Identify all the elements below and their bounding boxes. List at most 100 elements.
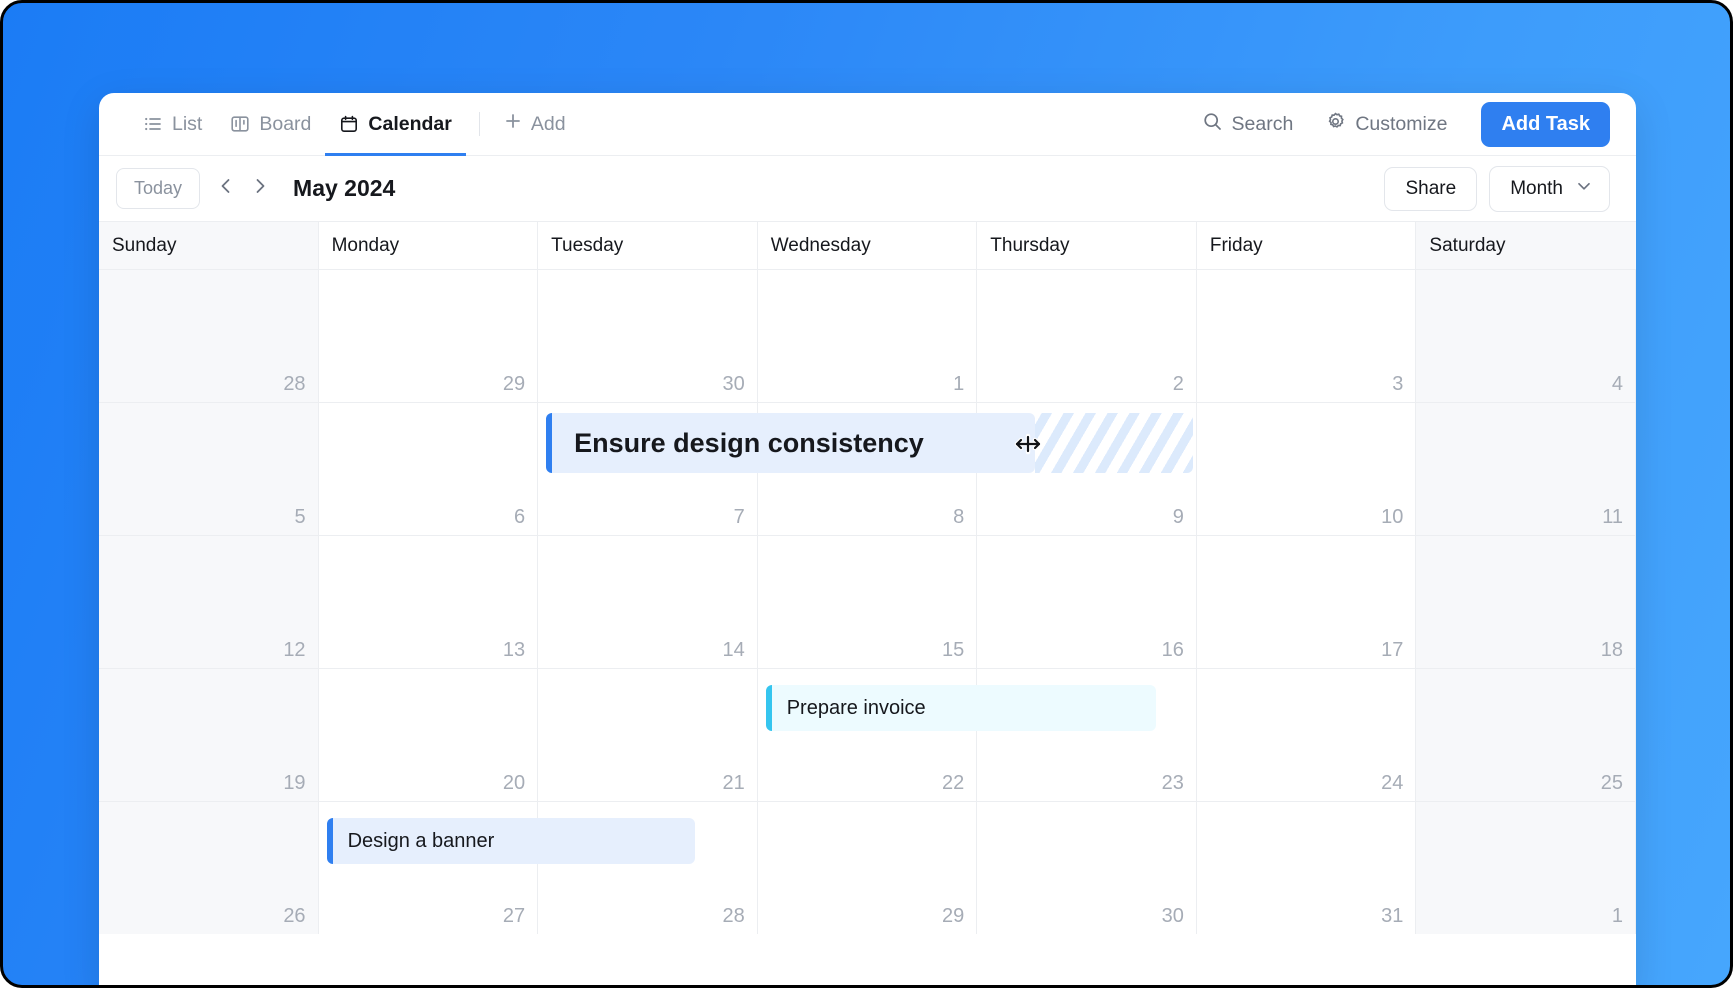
view-tab-list: List Board Calendar Add [129,93,576,156]
tab-list[interactable]: List [129,93,216,155]
day-cell[interactable]: 29 [757,802,978,934]
weekday-header-saturday: Saturday [1416,222,1636,269]
day-cell[interactable]: 15 [757,536,978,668]
day-cell[interactable]: 2 [977,270,1197,402]
day-cell[interactable]: 6 [318,403,539,535]
day-number: 21 [722,772,745,794]
tab-board[interactable]: Board [216,93,325,155]
search-icon [1202,111,1223,138]
day-number: 20 [502,772,526,794]
next-month-button[interactable] [243,172,277,206]
day-cell[interactable]: 3 [1196,270,1417,402]
day-cell[interactable]: 24 [1196,669,1417,801]
toolbar-actions: Search Customize Add Task [1190,101,1610,147]
day-number: 26 [283,905,306,927]
chevron-down-icon [1575,177,1593,201]
weekday-header-friday: Friday [1196,222,1417,269]
today-button[interactable]: Today [116,168,201,209]
day-cell[interactable]: 18 [1416,536,1636,668]
day-number: 30 [722,373,745,395]
calendar-event[interactable]: Prepare invoice [765,685,1156,731]
weekday-header-thursday: Thursday [977,222,1197,269]
day-number: 24 [1381,772,1404,794]
gear-icon [1325,111,1346,138]
calendar-week-row: 12 13 14 15 16 17 18 [99,535,1636,668]
weekday-header-row: Sunday Monday Tuesday Wednesday Thursday Frid… [99,222,1636,269]
view-scale-select[interactable]: Month [1489,165,1610,212]
day-cell[interactable]: 30 [977,802,1197,934]
calendar-week-row: 5 6 7 8 9 10 11 Ensure design consistency [99,402,1636,535]
day-number: 9 [1172,506,1184,528]
plus-icon [503,111,523,137]
toolbar-divider [478,112,480,136]
day-number: 31 [1381,905,1404,927]
day-cell[interactable]: 4 [1416,270,1636,402]
day-cell[interactable]: 25 [1416,669,1636,801]
list-icon [143,114,163,134]
chevron-left-icon [215,175,237,202]
calendar-grid: Sunday Monday Tuesday Wednesday Thursday Frid… [99,221,1636,934]
app-window: List Board Calendar Add Search Customize… [99,93,1636,985]
calendar-event[interactable]: Ensure design consistency [546,413,1036,473]
day-number: 16 [1161,639,1184,661]
current-period-label: May 2024 [293,175,396,201]
day-number: 4 [1611,373,1623,395]
day-cell[interactable]: 30 [538,270,758,402]
day-cell[interactable]: 16 [977,536,1197,668]
add-view-button[interactable]: Add [493,111,576,137]
calendar-week-row: 26 27 28 29 30 31 1 Design a banner [99,801,1636,934]
share-button[interactable]: Share [1384,166,1478,211]
calendar-event[interactable]: Design a banner [326,818,695,864]
day-cell[interactable]: 14 [538,536,758,668]
day-cell[interactable]: 17 [1196,536,1417,668]
day-cell[interactable]: 26 [99,802,319,934]
day-cell[interactable]: 1 [757,270,978,402]
day-cell[interactable]: 19 [99,669,319,801]
day-cell[interactable]: 5 [99,403,319,535]
weekday-header-sunday: Sunday [99,222,319,269]
day-cell[interactable]: 10 [1196,403,1417,535]
day-number: 29 [502,373,526,395]
day-cell[interactable]: 20 [318,669,539,801]
day-number: 29 [942,905,965,927]
day-number: 3 [1392,373,1404,395]
calendar-icon [339,114,359,134]
tab-board-label: Board [259,112,312,135]
day-number: 1 [1611,905,1623,927]
day-cell[interactable]: 11 [1416,403,1636,535]
day-number: 10 [1381,506,1404,528]
day-cell[interactable]: 29 [318,270,539,402]
day-number: 23 [1161,772,1184,794]
chevron-right-icon [249,175,271,202]
date-toolbar-actions: Share Month [1384,165,1610,212]
customize-button[interactable]: Customize [1313,103,1459,146]
day-number: 6 [514,506,526,528]
day-number: 11 [1602,506,1623,528]
day-number: 12 [283,639,306,661]
tab-calendar[interactable]: Calendar [325,93,467,156]
board-icon [230,114,250,134]
weekday-header-tuesday: Tuesday [538,222,758,269]
day-number: 13 [502,639,526,661]
event-title: Prepare invoice [786,696,926,719]
day-cell[interactable]: 1 [1416,802,1636,934]
add-task-button[interactable]: Add Task [1481,101,1610,147]
day-cell[interactable]: 13 [318,536,539,668]
day-number: 18 [1600,639,1623,661]
day-number: 28 [283,373,306,395]
search-button[interactable]: Search [1190,103,1306,146]
view-scale-label: Month [1510,177,1563,199]
previous-month-button[interactable] [209,172,243,206]
day-cell[interactable]: 31 [1196,802,1417,934]
tab-calendar-label: Calendar [368,112,452,135]
calendar-week-row: 28 29 30 1 2 3 4 [99,269,1636,402]
weekday-header-wednesday: Wednesday [757,222,978,269]
day-number: 22 [942,772,965,794]
day-number: 28 [722,905,745,927]
day-cell[interactable]: 28 [99,270,319,402]
day-cell[interactable]: 21 [538,669,758,801]
view-toolbar: List Board Calendar Add Search Customize… [99,93,1636,156]
day-cell[interactable]: 12 [99,536,319,668]
day-number: 17 [1381,639,1404,661]
calendar-week-row: 19 20 21 22 23 24 25 Prepare invoice [99,668,1636,801]
